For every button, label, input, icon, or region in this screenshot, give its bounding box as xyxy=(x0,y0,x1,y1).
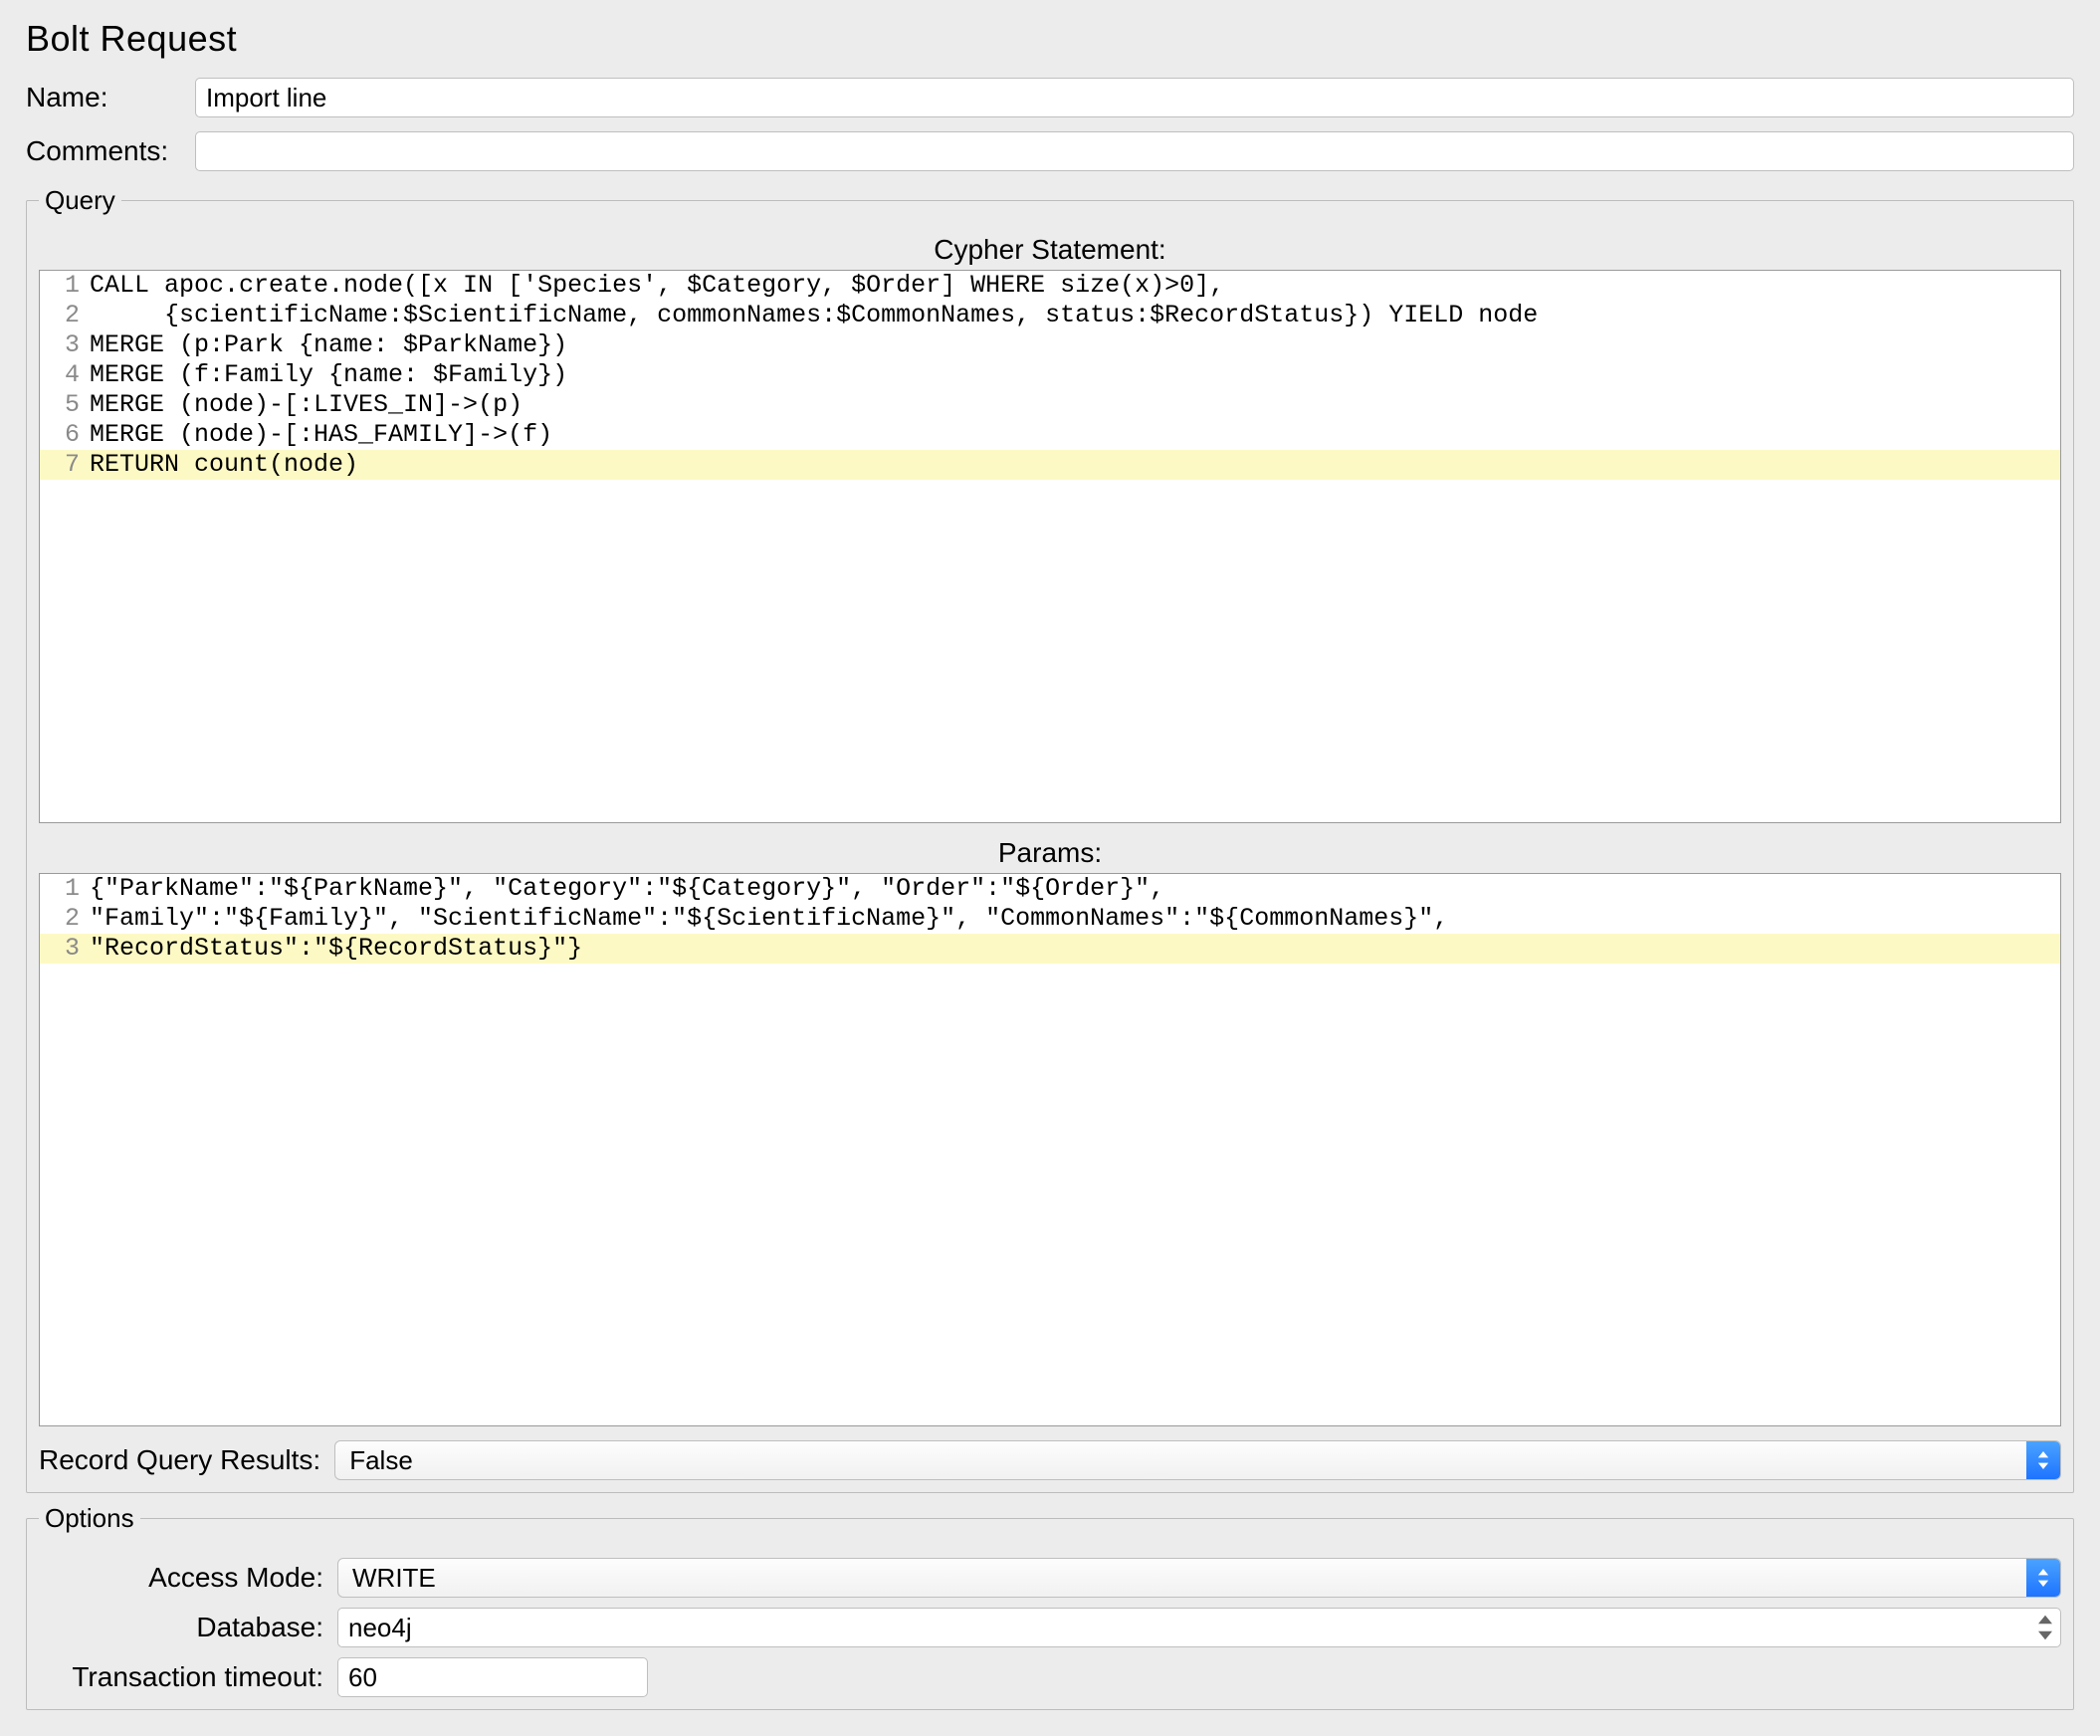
record-query-results-label: Record Query Results: xyxy=(39,1444,320,1476)
code-line[interactable]: 2"Family":"${Family}", "ScientificName":… xyxy=(40,904,2060,934)
cypher-editor[interactable]: 1CALL apoc.create.node([x IN ['Species',… xyxy=(39,270,2061,823)
line-number: 2 xyxy=(40,301,90,330)
code-line[interactable]: 1CALL apoc.create.node([x IN ['Species',… xyxy=(40,271,2060,301)
code-line[interactable]: 6MERGE (node)-[:HAS_FAMILY]->(f) xyxy=(40,420,2060,450)
options-fieldset: Options Access Mode: WRITE Da xyxy=(26,1503,2074,1710)
line-number: 6 xyxy=(40,420,90,450)
code-line[interactable]: 7RETURN count(node) xyxy=(40,450,2060,480)
transaction-timeout-label: Transaction timeout: xyxy=(39,1661,337,1693)
options-legend: Options xyxy=(39,1503,140,1534)
query-legend: Query xyxy=(39,185,121,216)
params-editor[interactable]: 1{"ParkName":"${ParkName}", "Category":"… xyxy=(39,873,2061,1426)
stepper-down-icon[interactable] xyxy=(2032,1628,2058,1642)
code-text: RETURN count(node) xyxy=(90,450,2060,480)
code-text: MERGE (f:Family {name: $Family}) xyxy=(90,360,2060,390)
line-number: 1 xyxy=(40,271,90,301)
query-fieldset: Query Cypher Statement: 1CALL apoc.creat… xyxy=(26,185,2074,1493)
code-text: "Family":"${Family}", "ScientificName":"… xyxy=(90,904,2060,934)
transaction-timeout-field[interactable] xyxy=(337,1657,648,1697)
line-number: 3 xyxy=(40,934,90,964)
dropdown-arrows-icon xyxy=(2026,1441,2060,1479)
line-number: 2 xyxy=(40,904,90,934)
line-number: 4 xyxy=(40,360,90,390)
stepper-up-icon[interactable] xyxy=(2032,1613,2058,1627)
access-mode-label: Access Mode: xyxy=(39,1562,337,1594)
code-text: {scientificName:$ScientificName, commonN… xyxy=(90,301,2060,330)
database-field[interactable] xyxy=(337,1608,2061,1647)
params-label: Params: xyxy=(39,837,2061,869)
name-field[interactable] xyxy=(195,78,2074,117)
code-line[interactable]: 3"RecordStatus":"${RecordStatus}"} xyxy=(40,934,2060,964)
page-title: Bolt Request xyxy=(26,18,2074,60)
database-label: Database: xyxy=(39,1612,337,1643)
code-line[interactable]: 4MERGE (f:Family {name: $Family}) xyxy=(40,360,2060,390)
record-query-results-value: False xyxy=(349,1445,413,1476)
code-text: MERGE (p:Park {name: $ParkName}) xyxy=(90,330,2060,360)
line-number: 7 xyxy=(40,450,90,480)
access-mode-value: WRITE xyxy=(352,1563,436,1594)
dropdown-arrows-icon xyxy=(2026,1559,2060,1597)
cypher-statement-label: Cypher Statement: xyxy=(39,234,2061,266)
name-label: Name: xyxy=(26,82,195,113)
comments-label: Comments: xyxy=(26,135,195,167)
code-text: MERGE (node)-[:LIVES_IN]->(p) xyxy=(90,390,2060,420)
code-text: CALL apoc.create.node([x IN ['Species', … xyxy=(90,271,2060,301)
code-text: "RecordStatus":"${RecordStatus}"} xyxy=(90,934,2060,964)
access-mode-select[interactable]: WRITE xyxy=(337,1558,2061,1598)
record-query-results-select[interactable]: False xyxy=(334,1440,2061,1480)
code-text: {"ParkName":"${ParkName}", "Category":"$… xyxy=(90,874,2060,904)
line-number: 3 xyxy=(40,330,90,360)
code-line[interactable]: 1{"ParkName":"${ParkName}", "Category":"… xyxy=(40,874,2060,904)
line-number: 5 xyxy=(40,390,90,420)
code-line[interactable]: 3MERGE (p:Park {name: $ParkName}) xyxy=(40,330,2060,360)
comments-field[interactable] xyxy=(195,131,2074,171)
code-line[interactable]: 5MERGE (node)-[:LIVES_IN]->(p) xyxy=(40,390,2060,420)
code-text: MERGE (node)-[:HAS_FAMILY]->(f) xyxy=(90,420,2060,450)
line-number: 1 xyxy=(40,874,90,904)
code-line[interactable]: 2 {scientificName:$ScientificName, commo… xyxy=(40,301,2060,330)
